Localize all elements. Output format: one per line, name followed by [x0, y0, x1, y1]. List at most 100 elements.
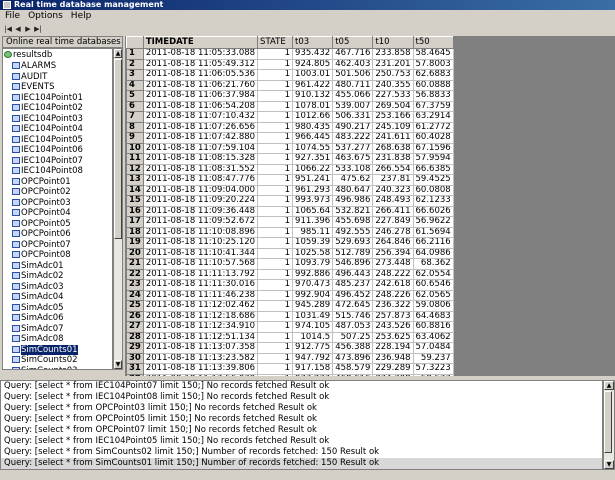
table-cell[interactable]: 1 — [257, 90, 294, 102]
row-number[interactable]: 24 — [126, 289, 144, 301]
tree-item-opcpoint01[interactable]: OPCPoint01 — [12, 177, 71, 188]
table-row[interactable]: 1 2011-08-18 11:05:33.088 1 935.432 467.716 2… — [126, 48, 454, 60]
table-cell[interactable]: 911.396 — [292, 216, 334, 228]
table-cell[interactable]: 1003.01 — [292, 69, 334, 81]
table-cell[interactable]: 970.473 — [292, 279, 334, 291]
table-row[interactable]: 21 2011-08-18 11:10:57.568 1 1093.79 546.896… — [126, 258, 454, 270]
table-cell[interactable]: 947.792 — [292, 352, 334, 364]
row-number[interactable]: 28 — [126, 331, 144, 343]
table-cell[interactable]: 66.2116 — [412, 237, 454, 249]
table-cell[interactable]: 455.066 — [332, 90, 374, 102]
table-cell[interactable]: 227.533 — [372, 90, 414, 102]
column-header-t50[interactable]: t50 — [412, 36, 454, 49]
table-cell[interactable]: 1 — [257, 58, 294, 70]
row-number[interactable]: 4 — [126, 79, 144, 91]
menu-options[interactable]: Options — [25, 10, 66, 23]
table-cell[interactable]: 496.443 — [332, 268, 374, 280]
column-header-t10[interactable]: t10 — [372, 36, 414, 49]
table-cell[interactable]: 935.432 — [292, 48, 334, 60]
scroll-up-icon[interactable]: ▲ — [604, 381, 614, 390]
row-number[interactable]: 15 — [126, 195, 144, 207]
table-cell[interactable]: 2011-08-18 11:06:05.536 — [142, 69, 259, 81]
table-cell[interactable]: 1 — [257, 132, 294, 144]
table-cell[interactable]: 1078.01 — [292, 100, 334, 112]
scroll-up-icon[interactable]: ▲ — [114, 49, 122, 58]
table-cell[interactable]: 231.838 — [372, 153, 414, 165]
table-row[interactable]: 15 2011-08-18 11:09:20.224 1 993.973 496.986… — [126, 195, 454, 207]
table-cell[interactable]: 496.452 — [332, 289, 374, 301]
column-header-timedate[interactable]: TIMEDATE — [142, 36, 259, 49]
table-cell[interactable]: 945.289 — [292, 300, 334, 312]
column-header-t05[interactable]: t05 — [332, 36, 374, 49]
table-cell[interactable]: 473.896 — [332, 352, 374, 364]
table-cell[interactable]: 64.0986 — [412, 247, 454, 259]
table-cell[interactable]: 485.237 — [332, 279, 374, 291]
table-cell[interactable]: 927.351 — [292, 153, 334, 165]
table-cell[interactable]: 266.554 — [372, 163, 414, 175]
row-number[interactable]: 13 — [126, 174, 144, 186]
table-row[interactable]: 2 2011-08-18 11:05:49.312 1 924.805 462.403 2… — [126, 58, 454, 70]
tree-item-simadc07[interactable]: SimAdc07 — [12, 324, 64, 335]
table-row[interactable]: 3 2011-08-18 11:06:05.536 1 1003.01 501.506 2… — [126, 69, 454, 81]
table-row[interactable]: 26 2011-08-18 11:12:18.686 1 1031.49 515.746… — [126, 310, 454, 322]
tree-item-iec104point03[interactable]: IEC104Point03 — [12, 114, 83, 125]
table-cell[interactable]: 490.217 — [332, 121, 374, 133]
row-number[interactable]: 11 — [126, 153, 144, 165]
table-cell[interactable]: 2011-08-18 11:13:07.358 — [142, 342, 259, 354]
table-cell[interactable]: 241.611 — [372, 132, 414, 144]
tree-item-alarms[interactable]: ALARMS — [12, 61, 56, 72]
table-row[interactable]: 28 2011-08-18 11:12:51.134 1 1014.5 507.25 25… — [126, 331, 454, 343]
table-cell[interactable]: 2011-08-18 11:13:39.806 — [142, 363, 259, 375]
table-cell[interactable]: 60.4028 — [412, 132, 454, 144]
table-row[interactable]: 10 2011-08-18 11:07:59.104 1 1074.55 537.277… — [126, 142, 454, 154]
row-number[interactable]: 8 — [126, 121, 144, 133]
table-cell[interactable]: 992.886 — [292, 268, 334, 280]
table-cell[interactable]: 264.846 — [372, 237, 414, 249]
tree-item-audit[interactable]: AUDIT — [12, 72, 47, 83]
menu-help[interactable]: Help — [68, 10, 95, 23]
row-number[interactable]: 17 — [126, 216, 144, 228]
table-cell[interactable]: 256.394 — [372, 247, 414, 259]
table-row[interactable]: 20 2011-08-18 11:10:41.344 1 1025.58 512.789… — [126, 247, 454, 259]
table-cell[interactable]: 2011-08-18 11:10:57.568 — [142, 258, 259, 270]
tree-item-opcpoint06[interactable]: OPCPoint06 — [12, 229, 71, 240]
row-number[interactable]: 31 — [126, 363, 144, 375]
table-cell[interactable]: 1 — [257, 268, 294, 280]
tree-item-simcounts02[interactable]: SimCounts02 — [12, 355, 78, 366]
table-cell[interactable]: 512.789 — [332, 247, 374, 259]
table-row[interactable]: 14 2011-08-18 11:09:04.000 1 961.293 480.647… — [126, 184, 454, 196]
table-cell[interactable]: 2011-08-18 11:09:52.672 — [142, 216, 259, 228]
table-cell[interactable]: 242.618 — [372, 279, 414, 291]
table-cell[interactable]: 227.849 — [372, 216, 414, 228]
table-row[interactable]: 11 2011-08-18 11:08:15.328 1 927.351 463.675… — [126, 153, 454, 165]
table-cell[interactable]: 1 — [257, 279, 294, 291]
row-number[interactable]: 3 — [126, 69, 144, 81]
table-cell[interactable]: 273.448 — [372, 258, 414, 270]
table-cell[interactable]: 68.362 — [412, 258, 454, 270]
table-cell[interactable]: 458.579 — [332, 363, 374, 375]
tree-item-opcpoint05[interactable]: OPCPoint05 — [12, 219, 71, 230]
table-cell[interactable]: 2011-08-18 11:10:08.896 — [142, 226, 259, 238]
table-cell[interactable]: 1012.66 — [292, 111, 334, 123]
table-row[interactable]: 5 2011-08-18 11:06:37.984 1 910.132 455.066 2… — [126, 90, 454, 102]
tree-item-simadc04[interactable]: SimAdc04 — [12, 292, 64, 303]
table-cell[interactable]: 2011-08-18 11:06:37.984 — [142, 90, 259, 102]
table-cell[interactable]: 57.9594 — [412, 153, 454, 165]
row-number[interactable]: 21 — [126, 258, 144, 270]
row-number[interactable]: 20 — [126, 247, 144, 259]
table-cell[interactable]: 1074.55 — [292, 142, 334, 154]
table-cell[interactable]: 992.904 — [292, 289, 334, 301]
tree-item-opcpoint03[interactable]: OPCPoint03 — [12, 198, 71, 209]
table-cell[interactable]: 60.0808 — [412, 184, 454, 196]
table-cell[interactable]: 1 — [257, 195, 294, 207]
tree-item-opcpoint04[interactable]: OPCPoint04 — [12, 208, 71, 219]
table-cell[interactable]: 1 — [257, 258, 294, 270]
table-cell[interactable]: 917.158 — [292, 363, 334, 375]
table-cell[interactable]: 2011-08-18 11:09:04.000 — [142, 184, 259, 196]
tree-item-opcpoint02[interactable]: OPCPoint02 — [12, 187, 71, 198]
table-cell[interactable]: 57.8003 — [412, 58, 454, 70]
table-cell[interactable]: 480.711 — [332, 79, 374, 91]
row-number[interactable]: 6 — [126, 100, 144, 112]
table-cell[interactable]: 2011-08-18 11:08:15.328 — [142, 153, 259, 165]
row-number[interactable]: 25 — [126, 300, 144, 312]
